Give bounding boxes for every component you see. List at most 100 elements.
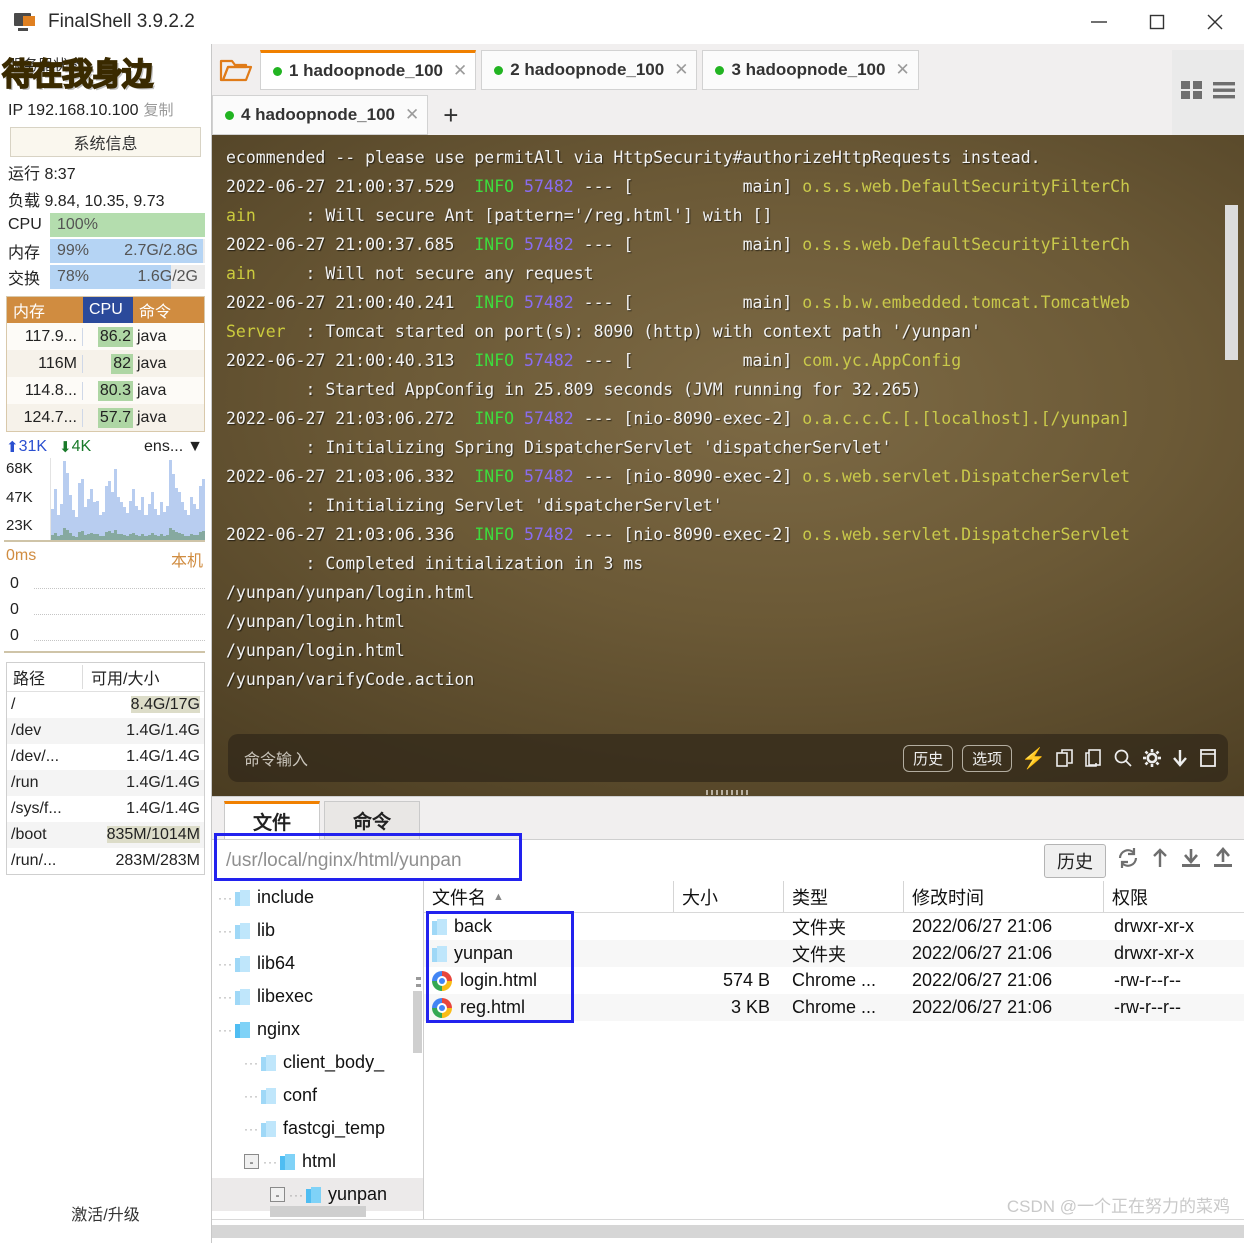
col-mem[interactable]: 内存 bbox=[7, 297, 83, 323]
tree-node-conf[interactable]: ··· conf bbox=[212, 1079, 423, 1112]
hamburger-menu-icon[interactable] bbox=[1212, 79, 1236, 106]
col-cmd[interactable]: 命令 bbox=[133, 297, 204, 323]
download-icon[interactable] bbox=[1171, 748, 1189, 768]
terminal-history-button[interactable]: 历史 bbox=[903, 744, 954, 772]
file-type: Chrome ... bbox=[792, 997, 877, 1017]
close-tab-icon[interactable]: ✕ bbox=[405, 105, 419, 125]
tree-node-lib[interactable]: ··· lib bbox=[212, 914, 423, 947]
process-mem: 116M bbox=[7, 354, 83, 373]
session-tab-4[interactable]: 4 hadoopnode_100 ✕ bbox=[212, 95, 429, 135]
sysinfo-button[interactable]: 系统信息 bbox=[10, 127, 201, 157]
folder-icon bbox=[432, 918, 447, 935]
server-status-sidebar: 服务器状态 待在我身边 IP 192.168.10.100 复制 系统信息 运行 … bbox=[0, 44, 212, 1243]
upload-icon[interactable] bbox=[1212, 847, 1234, 874]
command-input-bar[interactable]: 命令输入 历史 选项 ⚡ bbox=[228, 734, 1228, 782]
disk-row[interactable]: / 8.4G/17G bbox=[7, 692, 204, 718]
file-list: 文件名 ▲ 大小 类型 修改时间 权限 back 文件夹 2022/06/27 21:… bbox=[424, 881, 1244, 1219]
file-panel-tab-2[interactable]: 命令 bbox=[324, 801, 420, 839]
file-size: 574 B bbox=[722, 970, 770, 990]
close-icon[interactable] bbox=[1186, 0, 1244, 44]
col-avail[interactable]: 可用/大小 bbox=[83, 665, 204, 689]
close-tab-icon[interactable]: ✕ bbox=[895, 60, 909, 80]
collapse-toggle-icon[interactable]: - bbox=[244, 1154, 259, 1169]
tree-node-libexec[interactable]: ··· libexec bbox=[212, 980, 423, 1013]
col-permissions[interactable]: 权限 bbox=[1104, 881, 1244, 912]
copy-up-icon[interactable] bbox=[1055, 748, 1075, 768]
directory-tree[interactable]: ··· include ··· lib ··· lib64 ··· libexec ··· ngi… bbox=[212, 881, 424, 1219]
tree-node-client_body_[interactable]: ··· client_body_ bbox=[212, 1046, 423, 1079]
session-tab-2[interactable]: 2 hadoopnode_100 ✕ bbox=[481, 50, 698, 90]
session-tab-3[interactable]: 3 hadoopnode_100 ✕ bbox=[702, 50, 919, 90]
tree-vertical-scrollbar[interactable] bbox=[413, 991, 422, 1053]
bolt-icon[interactable]: ⚡ bbox=[1021, 746, 1046, 771]
disk-row[interactable]: /boot 835M/1014M bbox=[7, 822, 204, 848]
file-name: login.html bbox=[460, 970, 538, 990]
file-row[interactable]: login.html 574 B Chrome ... 2022/06/27 21:0… bbox=[424, 967, 1244, 994]
tree-node-fastcgi_temp[interactable]: ··· fastcgi_temp bbox=[212, 1112, 423, 1145]
process-cmd: java bbox=[137, 327, 167, 345]
collapse-toggle-icon[interactable]: - bbox=[270, 1187, 285, 1202]
gear-icon[interactable] bbox=[1142, 748, 1162, 768]
terminal-scrollbar[interactable] bbox=[1225, 205, 1238, 360]
path-input[interactable]: /usr/local/nginx/html/yunpan bbox=[214, 850, 462, 872]
col-cpu[interactable]: CPU bbox=[83, 297, 133, 323]
terminal-line: /yunpan/login.html bbox=[226, 612, 405, 631]
tree-node-include[interactable]: ··· include bbox=[212, 881, 423, 914]
disk-row[interactable]: /sys/f... 1.4G/1.4G bbox=[7, 796, 204, 822]
col-path[interactable]: 路径 bbox=[7, 665, 83, 689]
file-name-cell: login.html bbox=[424, 967, 674, 994]
terminal-line: : Completed initialization in 3 ms bbox=[226, 554, 644, 573]
terminal-output[interactable]: ecommended -- please use permitAll via H… bbox=[212, 135, 1244, 796]
add-tab-button[interactable]: + bbox=[433, 102, 468, 128]
session-tab-1[interactable]: 1 hadoopnode_100 ✕ bbox=[260, 50, 477, 90]
disk-row[interactable]: /dev/... 1.4G/1.4G bbox=[7, 744, 204, 770]
tree-connector: ··· bbox=[218, 989, 233, 1004]
tree-connector: ··· bbox=[244, 1121, 259, 1136]
minimize-icon[interactable] bbox=[1070, 0, 1128, 44]
process-row[interactable]: 116M 82 java bbox=[7, 350, 204, 377]
file-type: 文件夹 bbox=[792, 944, 846, 965]
tree-node-html[interactable]: - ··· html bbox=[212, 1145, 423, 1178]
col-filetype[interactable]: 类型 bbox=[784, 881, 904, 912]
terminal-options-button[interactable]: 选项 bbox=[962, 744, 1013, 772]
terminal-line: /yunpan/login.html bbox=[226, 641, 405, 660]
tree-connector: ··· bbox=[263, 1154, 278, 1169]
interface-selector[interactable]: ens... ▼ bbox=[144, 438, 203, 456]
col-filename[interactable]: 文件名 ▲ bbox=[424, 881, 674, 912]
disk-row[interactable]: /run/... 283M/283M bbox=[7, 848, 204, 874]
process-row[interactable]: 124.7... 57.7 java bbox=[7, 404, 204, 431]
file-row[interactable]: yunpan 文件夹 2022/06/27 21:06 drwxr-xr-x bbox=[424, 940, 1244, 967]
command-input[interactable]: 命令输入 bbox=[244, 746, 308, 770]
copy-down-icon[interactable] bbox=[1084, 748, 1104, 768]
maximize-icon[interactable] bbox=[1128, 0, 1186, 44]
tree-horizontal-scrollbar[interactable] bbox=[270, 1206, 366, 1217]
download-icon[interactable] bbox=[1180, 847, 1202, 874]
disk-row[interactable]: /run 1.4G/1.4G bbox=[7, 770, 204, 796]
session-tab-label: 1 hadoopnode_100 bbox=[289, 61, 443, 80]
col-filesize[interactable]: 大小 bbox=[674, 881, 784, 912]
tree-node-lib64[interactable]: ··· lib64 bbox=[212, 947, 423, 980]
file-history-button[interactable]: 历史 bbox=[1044, 843, 1106, 878]
panel-resize-grip[interactable] bbox=[706, 790, 750, 795]
close-tab-icon[interactable]: ✕ bbox=[453, 61, 467, 81]
disk-size: 1.4G/1.4G bbox=[126, 800, 200, 817]
col-modified[interactable]: 修改时间 bbox=[904, 881, 1104, 912]
file-row[interactable]: back 文件夹 2022/06/27 21:06 drwxr-xr-x bbox=[424, 913, 1244, 940]
search-icon[interactable] bbox=[1113, 748, 1133, 768]
disk-row[interactable]: /dev 1.4G/1.4G bbox=[7, 718, 204, 744]
up-arrow-icon: ⬆ bbox=[6, 439, 19, 456]
activate-upgrade-link[interactable]: 激活/升级 bbox=[0, 1191, 211, 1243]
process-row[interactable]: 117.9... 86.2 java bbox=[7, 323, 204, 350]
latency-unit: 0ms bbox=[6, 547, 37, 564]
file-row[interactable]: reg.html 3 KB Chrome ... 2022/06/27 21:06 -r… bbox=[424, 994, 1244, 1021]
up-arrow-icon[interactable] bbox=[1150, 847, 1170, 874]
window-icon[interactable] bbox=[1198, 748, 1218, 768]
file-list-horizontal-scrollbar[interactable] bbox=[212, 1225, 1244, 1238]
tree-node-nginx[interactable]: ··· nginx bbox=[212, 1013, 423, 1046]
refresh-icon[interactable] bbox=[1116, 847, 1140, 874]
open-folder-icon[interactable] bbox=[212, 50, 260, 84]
process-row[interactable]: 114.8... 80.3 java bbox=[7, 377, 204, 404]
file-panel-tab-1[interactable]: 文件 bbox=[224, 801, 320, 839]
grid-view-icon[interactable] bbox=[1180, 79, 1204, 106]
close-tab-icon[interactable]: ✕ bbox=[674, 60, 688, 80]
